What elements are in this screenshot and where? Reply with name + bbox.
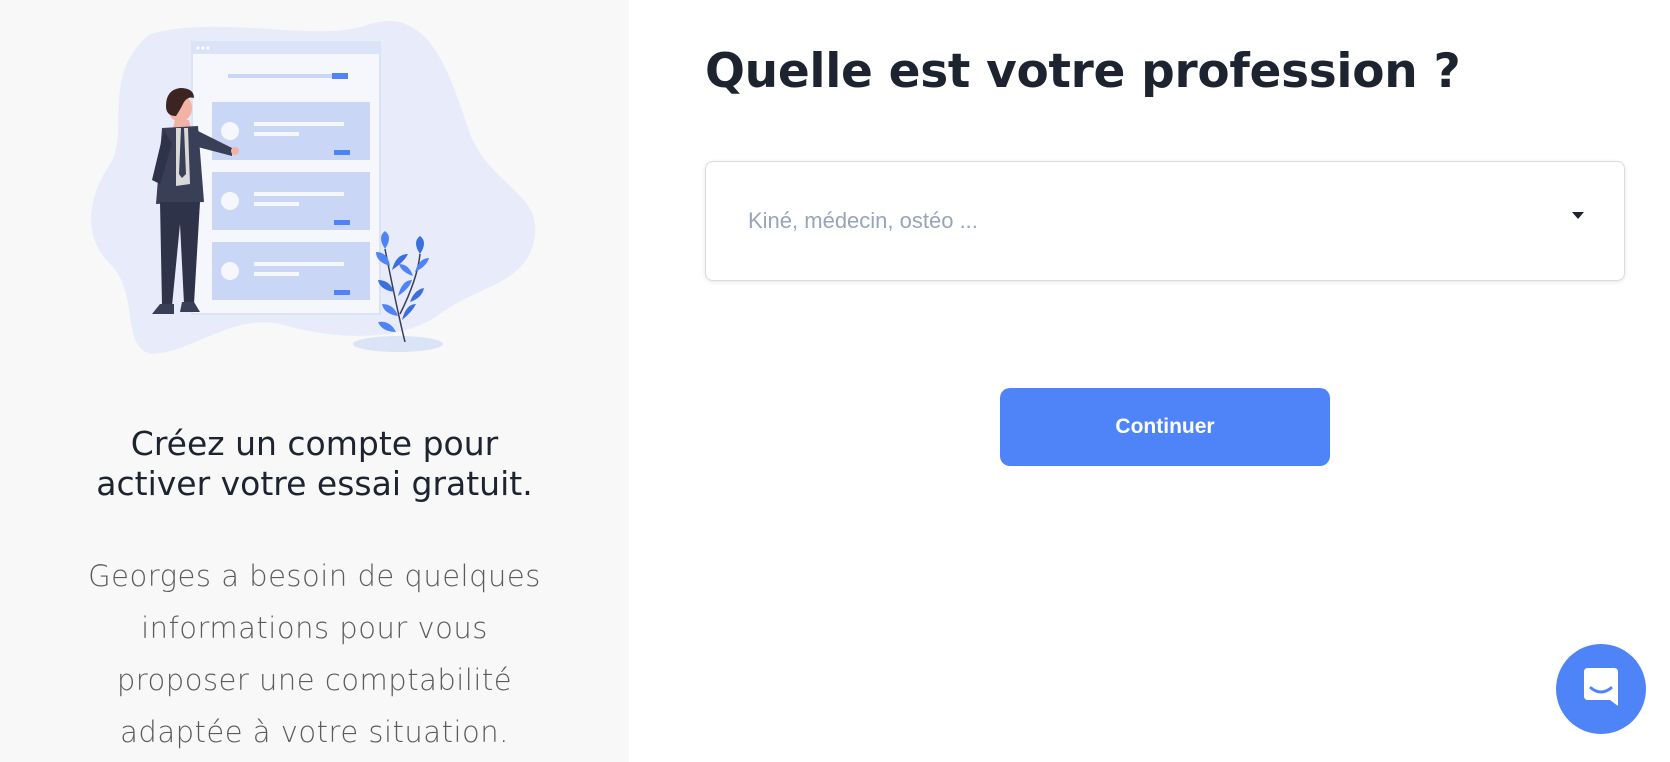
chat-launcher-button[interactable] (1556, 644, 1646, 734)
profession-select-placeholder: Kiné, médecin, ostéo ... (748, 208, 978, 233)
signup-heading-line: Créez un compte pour (130, 424, 499, 463)
signup-description-line: proposer une comptabilité (116, 663, 513, 697)
signup-heading: Créez un compte pour activer votre essai… (0, 424, 629, 504)
chat-bubble-icon (1584, 668, 1618, 706)
page-title: Quelle est votre profession ? (705, 44, 1461, 99)
signup-description-line: Georges a besoin de quelques (88, 559, 541, 593)
signup-illustration (91, 21, 536, 355)
profession-select[interactable]: Kiné, médecin, ostéo ... (705, 161, 1625, 281)
continue-button[interactable]: Continuer (1000, 388, 1330, 466)
signup-description: Georges a besoin de quelques information… (0, 550, 629, 758)
signup-description-line: informations pour vous (141, 611, 488, 645)
signup-description-line: adaptée à votre situation. (120, 715, 509, 749)
left-panel: Créez un compte pour activer votre essai… (0, 0, 629, 762)
caret-down-icon (1572, 212, 1584, 219)
signup-heading-line: activer votre essai gratuit. (96, 464, 533, 503)
